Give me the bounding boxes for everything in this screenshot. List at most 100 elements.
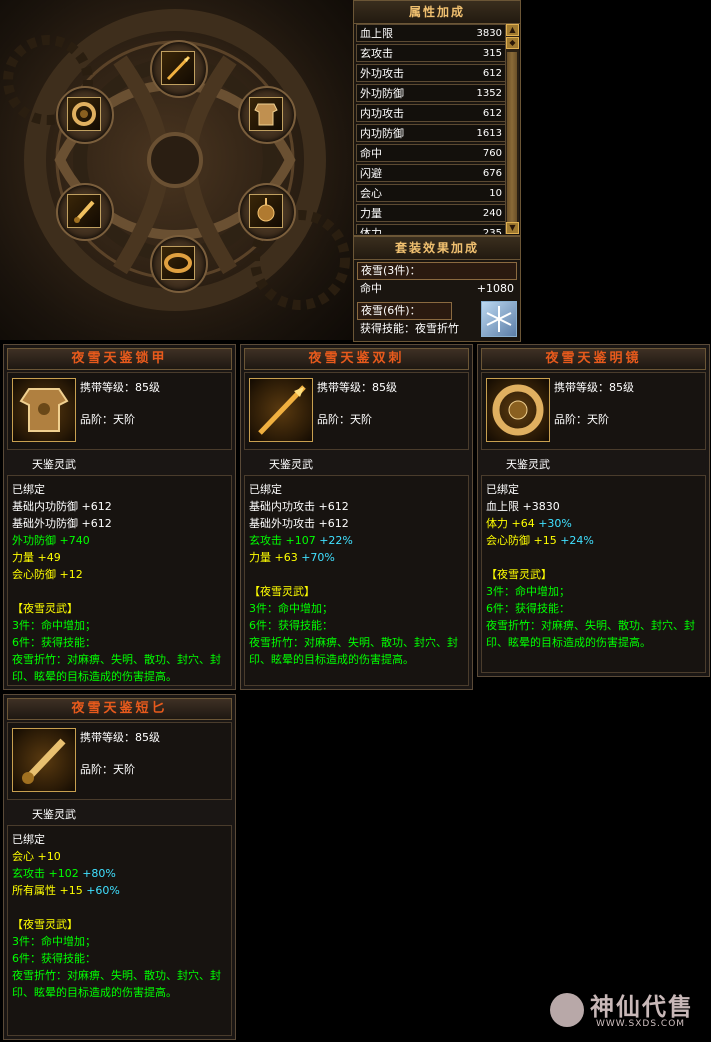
skill-snow-icon[interactable]: [481, 301, 517, 337]
dagger-icon: [12, 728, 76, 792]
item-level: 携带等级：85级: [80, 731, 160, 744]
attribute-value: 235: [482, 227, 502, 235]
attribute-row: 闪避 676: [356, 164, 506, 182]
dagger-icon: [67, 194, 101, 228]
ring-slot[interactable]: [56, 86, 114, 144]
item-stat: 基础内功攻击 +612: [249, 500, 349, 513]
item-details: 已绑定 血上限 +3830 体力 +64 +30% 会心防御 +15 +24% …: [481, 475, 706, 673]
attribute-scrollbar[interactable]: ▲ ◆ ▼: [505, 24, 519, 234]
attribute-row: 内功攻击 612: [356, 104, 506, 122]
attribute-name: 内功防御: [360, 127, 404, 140]
attribute-value: 10: [489, 187, 502, 199]
item-grade: 品阶：天阶: [80, 763, 135, 776]
attribute-name: 会心: [360, 187, 382, 200]
set-name: 【夜雪灵武】: [12, 602, 78, 615]
attribute-name: 玄攻击: [360, 47, 393, 60]
item-grade: 品阶：天阶: [317, 413, 372, 426]
bound-status: 已绑定: [12, 833, 45, 846]
item-grade: 品阶：天阶: [80, 413, 135, 426]
bound-status: 已绑定: [12, 483, 45, 496]
attribute-row: 外功防御 1352: [356, 84, 506, 102]
item-card-armor[interactable]: 夜雪天鉴锁甲 携带等级：85级 品阶：天阶 天鉴灵武 已绑定 基础内功防御 +6…: [3, 344, 236, 690]
attribute-value: 676: [482, 167, 502, 179]
item-series: 天鉴灵武: [32, 808, 76, 821]
item-stat-bonus: +70%: [301, 551, 335, 564]
set-effect-title: 套装效果加成: [354, 237, 520, 260]
attribute-list[interactable]: 血上限 3830 玄攻击 315 外功攻击 612 外功防御 1352 内功攻击 612 …: [356, 24, 506, 234]
armor-icon: [249, 97, 283, 131]
amulet-slot[interactable]: [238, 183, 296, 241]
attribute-name: 外功防御: [360, 87, 404, 100]
bracelet-slot[interactable]: [150, 235, 208, 293]
set-6-piece: 6件：获得技能：: [12, 636, 96, 649]
equipment-wheel: [0, 0, 353, 340]
set-6-piece: 6件：获得技能：: [12, 952, 96, 965]
item-stat-row: 玄攻击 +107 +22%: [249, 532, 464, 549]
set-name: 【夜雪灵武】: [249, 585, 315, 598]
watermark-url: WWW.SXDS.COM: [596, 1019, 686, 1029]
item-card-mirror[interactable]: 夜雪天鉴明镜 携带等级：85级 品阶：天阶 天鉴灵武 已绑定 血上限 +3830…: [477, 344, 710, 677]
set-tier6-label: 夜雪(6件)：: [357, 302, 452, 320]
bound-status: 已绑定: [249, 483, 282, 496]
attribute-panel-title: 属性加成: [354, 1, 520, 24]
item-title: 夜雪天鉴短匕: [7, 698, 232, 720]
spear-icon: [249, 378, 313, 442]
item-header: 携带等级：85级 品阶：天阶: [244, 372, 469, 450]
set-3-piece: 3件：命中增加；: [486, 585, 570, 598]
set-tier3-stat-row: 命中 +1080: [354, 280, 520, 298]
set-tier3-stat: 命中: [360, 282, 382, 295]
item-details: 已绑定 会心 +10 玄攻击 +102 +80% 所有属性 +15 +60% 【…: [7, 825, 232, 1036]
bound-status: 已绑定: [486, 483, 519, 496]
item-stat: 基础外功防御 +612: [12, 517, 112, 530]
armor-slot[interactable]: [238, 86, 296, 144]
item-stat: 会心防御 +15: [486, 534, 557, 547]
mirror-icon: [486, 378, 550, 442]
item-stat-row: 力量 +63 +70%: [249, 549, 464, 566]
weapon-slot[interactable]: [150, 40, 208, 98]
attribute-name: 闪避: [360, 167, 382, 180]
set-name: 【夜雪灵武】: [12, 918, 78, 931]
set-3-piece: 3件：命中增加；: [12, 935, 96, 948]
item-level: 携带等级：85级: [80, 381, 160, 394]
attribute-name: 外功攻击: [360, 67, 404, 80]
amulet-icon: [249, 194, 283, 228]
item-title: 夜雪天鉴锁甲: [7, 348, 232, 370]
scroll-down-button[interactable]: ▼: [506, 222, 519, 234]
set-3-piece: 3件：命中增加；: [12, 619, 96, 632]
attribute-value: 315: [482, 47, 502, 59]
watermark: 神仙代售 WWW.SXDS.COM: [550, 985, 710, 1040]
item-stat-row: 体力 +64 +30%: [486, 515, 701, 532]
item-series: 天鉴灵武: [506, 458, 550, 471]
watermark-brand: 神仙代售: [590, 993, 694, 1021]
armor-icon: [12, 378, 76, 442]
dagger-slot[interactable]: [56, 183, 114, 241]
attribute-name: 内功攻击: [360, 107, 404, 120]
item-series: 天鉴灵武: [269, 458, 313, 471]
item-level: 携带等级：85级: [317, 381, 397, 394]
attribute-name: 血上限: [360, 27, 393, 40]
item-stat: 基础内功防御 +612: [12, 500, 112, 513]
set-3-piece: 3件：命中增加；: [249, 602, 333, 615]
item-title: 夜雪天鉴明镜: [481, 348, 706, 370]
attribute-name: 力量: [360, 207, 382, 220]
item-title: 夜雪天鉴双刺: [244, 348, 469, 370]
attribute-row: 体力 235: [356, 224, 506, 234]
item-stat-bonus: +80%: [82, 867, 116, 880]
attribute-row: 血上限 3830: [356, 24, 506, 42]
attribute-row: 会心 10: [356, 184, 506, 202]
item-card-dagger[interactable]: 夜雪天鉴短匕 携带等级：85级 品阶：天阶 天鉴灵武 已绑定 会心 +10 玄攻…: [3, 694, 236, 1040]
attribute-value: 1352: [476, 87, 502, 99]
scroll-up-button[interactable]: ▲: [506, 24, 519, 36]
set-6-piece: 6件：获得技能：: [486, 602, 570, 615]
item-stat: 会心 +10: [12, 850, 61, 863]
item-stat-bonus: +60%: [86, 884, 120, 897]
item-header: 携带等级：85级 品阶：天阶: [481, 372, 706, 450]
item-stat: 力量 +49: [12, 551, 61, 564]
scroll-thumb[interactable]: [507, 52, 517, 232]
item-stat-bonus: +22%: [319, 534, 353, 547]
scroll-top-button[interactable]: ◆: [506, 37, 519, 49]
item-header: 携带等级：85级 品阶：天阶: [7, 372, 232, 450]
mascot-logo-icon: [550, 993, 584, 1027]
item-card-double-blades[interactable]: 夜雪天鉴双刺 携带等级：85级 品阶：天阶 天鉴灵武 已绑定 基础内功攻击 +6…: [240, 344, 473, 690]
skill-description: 夜雪折竹：对麻痹、失明、散功、封穴、封印、眩晕的目标造成的伤害提高。: [12, 653, 221, 683]
